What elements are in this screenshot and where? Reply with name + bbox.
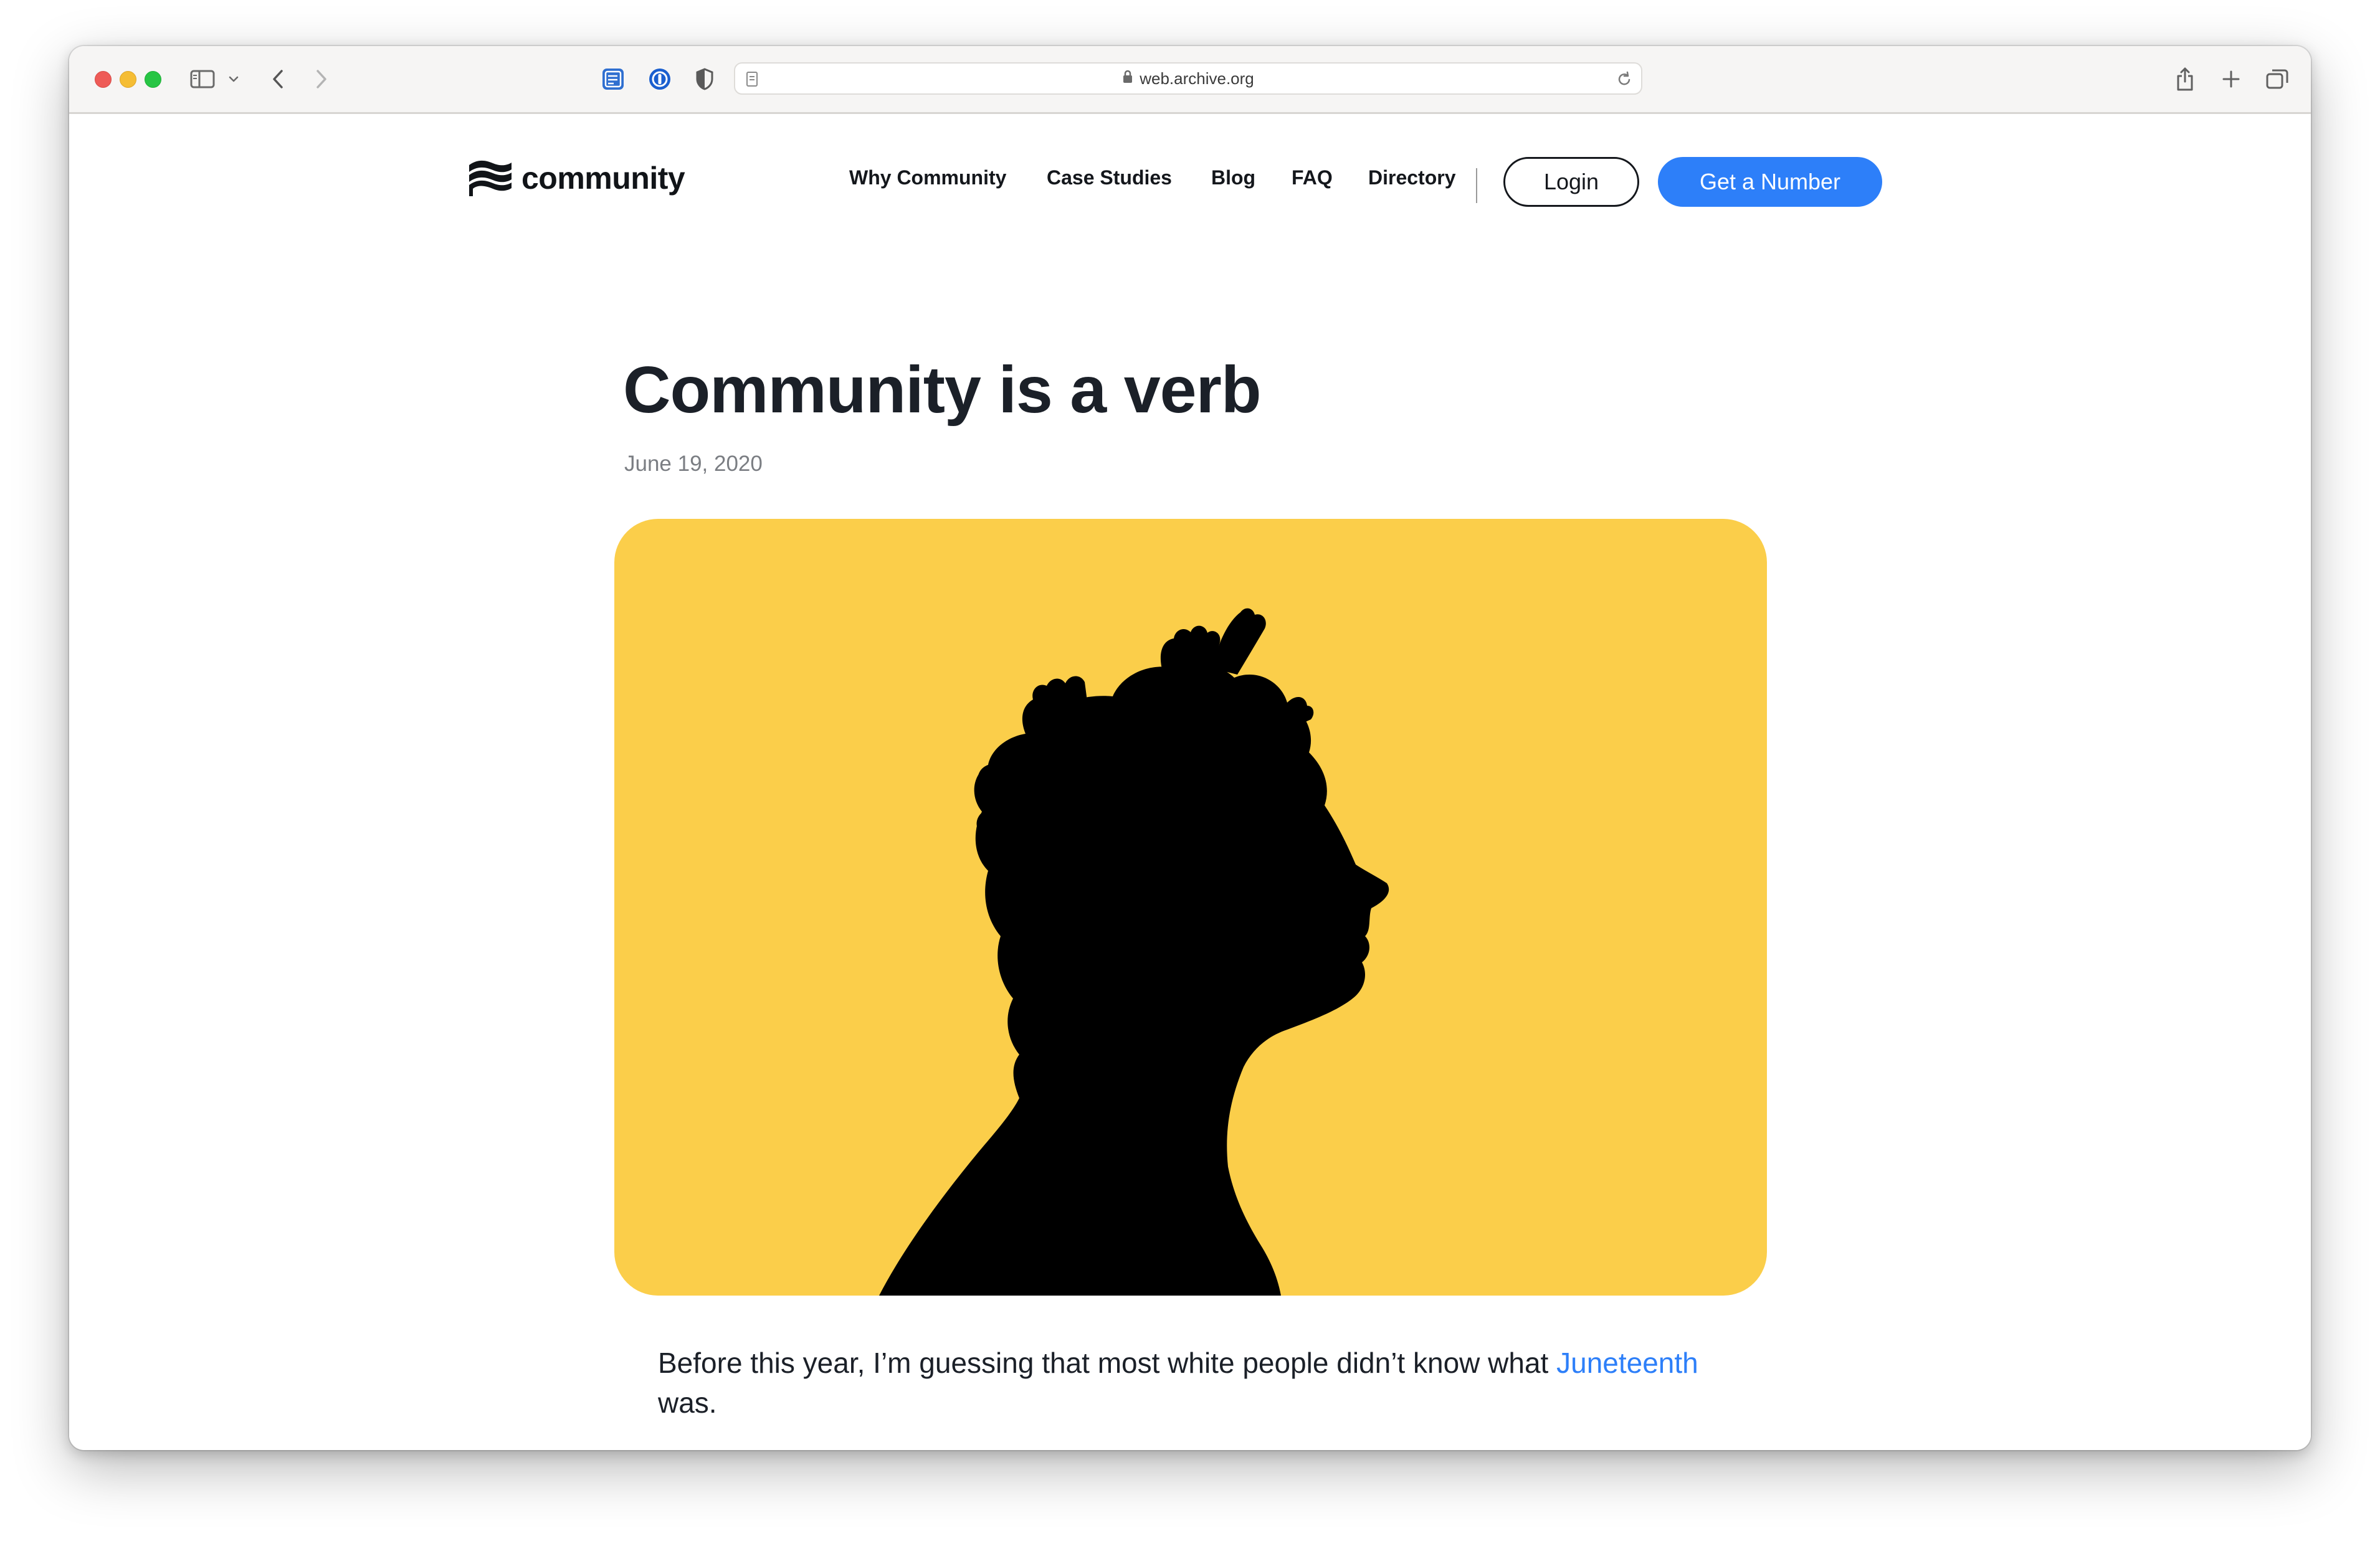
juneteenth-link[interactable]: Juneteenth	[1556, 1347, 1698, 1379]
new-tab-icon[interactable]	[2219, 63, 2244, 95]
address-bar[interactable]: web.archive.org	[734, 62, 1642, 95]
browser-window: web.archive.org community Why Community …	[69, 46, 2311, 1450]
forward-arrow-icon[interactable]	[312, 63, 331, 95]
sidebar-icon[interactable]	[189, 63, 216, 95]
lock-icon	[1122, 69, 1133, 88]
browser-toolbar: web.archive.org	[69, 46, 2311, 114]
nav-link-why-community[interactable]: Why Community	[849, 166, 1006, 189]
hero-image	[614, 519, 1767, 1296]
close-window-button[interactable]	[95, 71, 112, 88]
nav-link-blog[interactable]: Blog	[1211, 166, 1255, 189]
back-arrow-icon[interactable]	[269, 63, 287, 95]
chevron-down-icon[interactable]	[227, 63, 240, 95]
web-page: community Why Community Case Studies Blo…	[69, 114, 2311, 1450]
logo-text: community	[521, 161, 685, 196]
password-extension-icon[interactable]	[646, 63, 674, 95]
share-icon[interactable]	[2173, 63, 2197, 95]
shield-extension-icon[interactable]	[692, 63, 717, 95]
body-text-before: Before this year, I’m guessing that most…	[658, 1347, 1557, 1379]
post-body-paragraph: Before this year, I’m guessing that most…	[658, 1343, 1730, 1423]
notes-extension-icon[interactable]	[599, 63, 627, 95]
post-date: June 19, 2020	[624, 452, 763, 476]
zoom-window-button[interactable]	[145, 71, 161, 88]
nav-link-faq[interactable]: FAQ	[1292, 166, 1333, 189]
reload-icon[interactable]	[1616, 70, 1632, 91]
nav-divider	[1476, 168, 1477, 203]
nav-link-case-studies[interactable]: Case Studies	[1047, 166, 1172, 189]
flag-logo-icon	[469, 160, 512, 196]
login-button[interactable]: Login	[1503, 157, 1639, 207]
nav-link-directory[interactable]: Directory	[1368, 166, 1456, 189]
get-a-number-button[interactable]: Get a Number	[1658, 157, 1882, 207]
tabs-overview-icon[interactable]	[2264, 63, 2290, 95]
minimize-window-button[interactable]	[120, 71, 136, 88]
screen: web.archive.org community Why Community …	[0, 0, 2380, 1541]
post-title: Community is a verb	[623, 353, 1262, 427]
site-logo[interactable]: community	[467, 158, 685, 199]
person-silhouette-image	[879, 608, 1389, 1296]
body-text-after: was.	[658, 1387, 717, 1419]
url-text: web.archive.org	[1140, 69, 1254, 88]
